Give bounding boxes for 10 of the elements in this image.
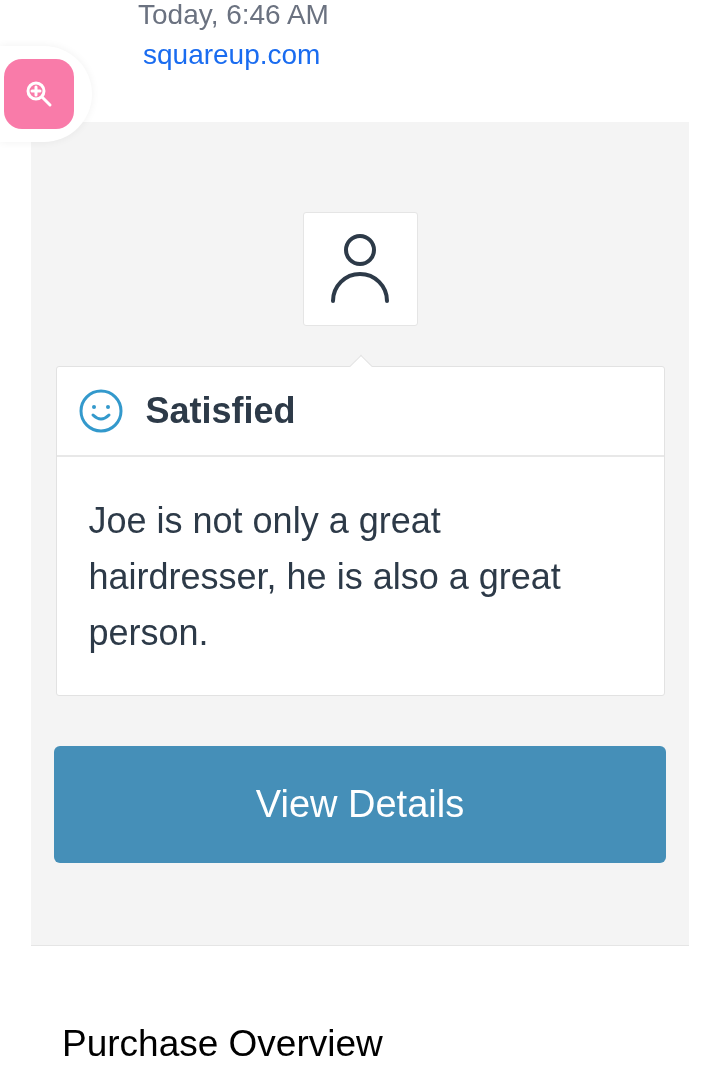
person-icon — [330, 233, 390, 305]
section-title: Purchase Overview — [62, 1022, 384, 1066]
feedback-comment: Joe is not only a great hairdresser, he is also a great person. — [87, 499, 562, 655]
website-link[interactable]: squareup.com — [143, 31, 321, 79]
timestamp: Today, 6:46 AM — [138, 0, 329, 31]
sentiment-label: Satisfied — [145, 389, 296, 433]
zoom-in-icon — [24, 79, 54, 109]
smiley-icon — [77, 388, 124, 434]
zoom-in-button[interactable] — [4, 59, 74, 129]
view-details-button[interactable]: View Details — [54, 746, 666, 863]
